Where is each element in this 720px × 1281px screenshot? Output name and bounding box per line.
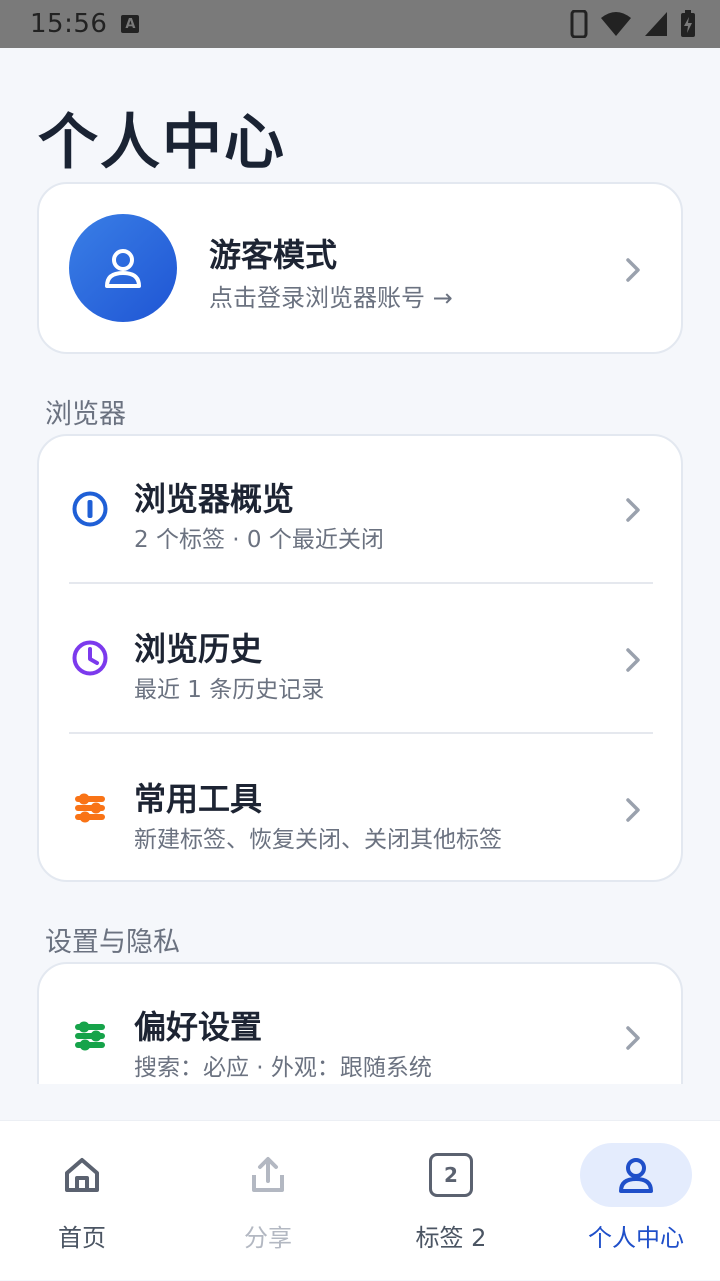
browser-section-card: 浏览器概览 2 个标签 · 0 个最近关闭 浏览历史 最近 1 条历史记录 常用…: [37, 434, 683, 882]
status-icons: [570, 10, 696, 38]
nav-label: 首页: [58, 1224, 106, 1252]
wifi-icon: [601, 12, 631, 36]
list-item-browse-history[interactable]: 浏览历史 最近 1 条历史记录: [39, 586, 681, 736]
status-time: 15:56: [30, 9, 108, 39]
clock-icon: [72, 640, 108, 676]
section-label-browser: 浏览器: [45, 399, 126, 430]
settings-section-card: 偏好设置 搜索：必应 · 外观：跟随系统: [37, 962, 683, 1084]
chevron-right-icon: [626, 798, 640, 822]
guest-login-card[interactable]: 游客模式 点击登录浏览器账号 →: [37, 182, 683, 354]
divider: [69, 732, 653, 734]
share-icon: [252, 1157, 284, 1192]
avatar: [69, 214, 177, 322]
person-icon: [105, 249, 141, 288]
nav-profile[interactable]: 个人中心: [546, 1121, 720, 1281]
status-bar: 15:56 A: [0, 0, 720, 48]
accessibility-indicator-icon: A: [121, 15, 140, 33]
chevron-right-icon: [626, 648, 640, 672]
list-item-browser-overview[interactable]: 浏览器概览 2 个标签 · 0 个最近关闭: [39, 436, 681, 586]
settings-sliders-icon: [75, 1021, 105, 1051]
profile-name: 游客模式: [209, 236, 338, 274]
home-icon: [65, 1158, 99, 1192]
row-title: 浏览历史: [134, 630, 263, 668]
list-item-common-tools[interactable]: 常用工具 新建标签、恢复关闭、关闭其他标签: [39, 736, 681, 886]
profile-subtitle: 点击登录浏览器账号 →: [209, 284, 453, 312]
nav-home[interactable]: 首页: [0, 1121, 172, 1281]
chevron-right-icon: [626, 258, 640, 282]
info-icon: [72, 491, 108, 527]
profile-page: 个人中心 游客模式 点击登录浏览器账号 → 浏览器 浏览器概览 2 个标签 · …: [0, 48, 720, 1084]
chevron-right-icon: [626, 1026, 640, 1050]
row-title: 偏好设置: [134, 1008, 263, 1046]
battery-charging-icon: [681, 10, 695, 37]
nav-tabs[interactable]: 2 标签 2: [361, 1121, 541, 1281]
page-title: 个人中心: [38, 108, 286, 178]
nav-label: 分享: [244, 1224, 292, 1252]
nav-share[interactable]: 分享: [178, 1121, 358, 1281]
person-icon: [619, 1158, 653, 1193]
row-title: 浏览器概览: [134, 480, 295, 518]
list-item-preferences[interactable]: 偏好设置 搜索：必应 · 外观：跟随系统: [39, 964, 681, 1084]
bottom-nav: 首页 分享 2 标签 2 个人中心: [0, 1120, 720, 1280]
row-subtitle: 搜索：必应 · 外观：跟随系统: [134, 1055, 432, 1081]
row-subtitle: 最近 1 条历史记录: [134, 677, 325, 703]
nav-label: 标签 2: [415, 1224, 487, 1252]
row-title: 常用工具: [134, 780, 263, 818]
phone-vibrate-icon: [570, 10, 588, 38]
signal-icon: [645, 12, 667, 36]
chevron-right-icon: [626, 498, 640, 522]
row-subtitle: 新建标签、恢复关闭、关闭其他标签: [134, 827, 502, 853]
nav-label: 个人中心: [588, 1224, 684, 1252]
divider: [69, 582, 653, 584]
row-subtitle: 2 个标签 · 0 个最近关闭: [134, 527, 384, 553]
section-label-settings: 设置与隐私: [45, 927, 180, 958]
tools-icon: [75, 793, 105, 823]
tabs-icon: 2: [429, 1153, 473, 1197]
